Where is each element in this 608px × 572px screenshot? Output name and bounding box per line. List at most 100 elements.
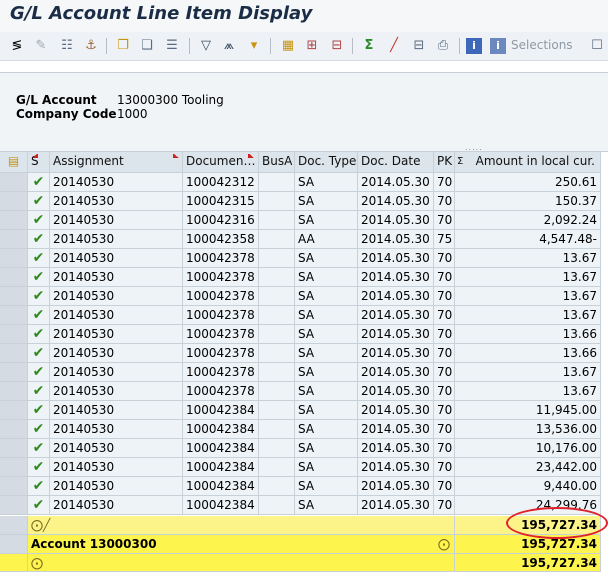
doc-date-cell[interactable]: 2014.05.30 <box>358 192 434 211</box>
doc-type-cell[interactable]: SA <box>295 401 358 420</box>
row-selector[interactable] <box>0 439 28 458</box>
posting-key-cell[interactable]: 75 <box>434 230 455 249</box>
column-header-business-area[interactable]: BusA <box>259 152 295 173</box>
posting-key-cell[interactable]: 70 <box>434 382 455 401</box>
assignment-cell[interactable]: 20140530 <box>50 268 183 287</box>
business-area-cell[interactable] <box>259 477 295 496</box>
business-area-cell[interactable] <box>259 287 295 306</box>
doc-date-cell[interactable]: 2014.05.30 <box>358 401 434 420</box>
layout-menu-icon[interactable]: ▤ <box>0 152 28 173</box>
layout-icon[interactable]: ▦ <box>279 37 297 55</box>
doc-date-cell[interactable]: 2014.05.30 <box>358 458 434 477</box>
document-cell[interactable]: 100042378 <box>183 382 259 401</box>
business-area-cell[interactable] <box>259 325 295 344</box>
business-area-cell[interactable] <box>259 192 295 211</box>
assignment-cell[interactable]: 20140530 <box>50 477 183 496</box>
doc-type-cell[interactable]: SA <box>295 363 358 382</box>
column-header-doc-type[interactable]: Doc. Type <box>295 152 358 173</box>
doc-date-cell[interactable]: 2014.05.30 <box>358 249 434 268</box>
document-cell[interactable]: 100042384 <box>183 477 259 496</box>
print-icon[interactable]: ⎙ <box>434 37 452 55</box>
doc-date-cell[interactable]: 2014.05.30 <box>358 420 434 439</box>
assignment-cell[interactable]: 20140530 <box>50 325 183 344</box>
doc-type-cell[interactable]: SA <box>295 192 358 211</box>
document-cell[interactable]: 100042384 <box>183 420 259 439</box>
posting-key-cell[interactable]: 70 <box>434 249 455 268</box>
assignment-cell[interactable]: 20140530 <box>50 401 183 420</box>
doc-type-cell[interactable]: SA <box>295 439 358 458</box>
sum-icon[interactable]: Σ <box>360 37 378 55</box>
row-selector[interactable] <box>0 535 28 554</box>
document-cell[interactable]: 100042378 <box>183 325 259 344</box>
business-area-cell[interactable] <box>259 211 295 230</box>
business-area-cell[interactable] <box>259 439 295 458</box>
amount-cell[interactable]: 13.67 <box>455 287 601 306</box>
business-area-cell[interactable] <box>259 268 295 287</box>
document-cell[interactable]: 100042384 <box>183 496 259 515</box>
business-area-cell[interactable] <box>259 363 295 382</box>
doc-type-cell[interactable]: SA <box>295 173 358 192</box>
doc-date-cell[interactable]: 2014.05.30 <box>358 211 434 230</box>
row-selector[interactable] <box>0 173 28 192</box>
sort-descending-icon[interactable]: ▾ <box>245 37 263 55</box>
column-header-doc-date[interactable]: Doc. Date <box>358 152 434 173</box>
assignment-cell[interactable]: 20140530 <box>50 192 183 211</box>
row-selector[interactable] <box>0 382 28 401</box>
document-cell[interactable]: 100042316 <box>183 211 259 230</box>
assignment-cell[interactable]: 20140530 <box>50 458 183 477</box>
assignment-cell[interactable]: 20140530 <box>50 173 183 192</box>
doc-type-cell[interactable]: SA <box>295 344 358 363</box>
business-area-cell[interactable] <box>259 401 295 420</box>
amount-cell[interactable]: 13.67 <box>455 249 601 268</box>
row-selector[interactable] <box>0 287 28 306</box>
assignment-cell[interactable]: 20140530 <box>50 344 183 363</box>
business-area-cell[interactable] <box>259 496 295 515</box>
row-selector[interactable] <box>0 363 28 382</box>
posting-key-cell[interactable]: 70 <box>434 211 455 230</box>
doc-date-cell[interactable]: 2014.05.30 <box>358 230 434 249</box>
row-selector[interactable] <box>0 401 28 420</box>
doc-date-cell[interactable]: 2014.05.30 <box>358 363 434 382</box>
row-selector[interactable] <box>0 249 28 268</box>
selections-info-icon[interactable]: i <box>490 38 506 54</box>
selections-button[interactable]: Selections <box>511 38 573 52</box>
doc-date-cell[interactable]: 2014.05.30 <box>358 325 434 344</box>
row-selector[interactable] <box>0 420 28 439</box>
business-area-cell[interactable] <box>259 458 295 477</box>
row-selector[interactable] <box>0 325 28 344</box>
row-selector[interactable] <box>0 211 28 230</box>
business-area-cell[interactable] <box>259 230 295 249</box>
document-cell[interactable]: 100042384 <box>183 439 259 458</box>
posting-key-cell[interactable]: 70 <box>434 287 455 306</box>
doc-date-cell[interactable]: 2014.05.30 <box>358 173 434 192</box>
row-selector[interactable] <box>0 192 28 211</box>
posting-key-cell[interactable]: 70 <box>434 268 455 287</box>
amount-cell[interactable]: 13.66 <box>455 325 601 344</box>
posting-key-cell[interactable]: 70 <box>434 439 455 458</box>
info-icon[interactable]: i <box>466 38 482 54</box>
column-header-assignment[interactable]: Assignment <box>50 152 183 173</box>
assignment-cell[interactable]: 20140530 <box>50 249 183 268</box>
doc-type-cell[interactable]: SA <box>295 249 358 268</box>
document-cell[interactable]: 100042312 <box>183 173 259 192</box>
business-area-cell[interactable] <box>259 420 295 439</box>
row-selector[interactable] <box>0 306 28 325</box>
amount-cell[interactable]: 13.67 <box>455 306 601 325</box>
document-cell[interactable]: 100042378 <box>183 249 259 268</box>
posting-key-cell[interactable]: 70 <box>434 325 455 344</box>
doc-type-cell[interactable]: SA <box>295 211 358 230</box>
row-selector[interactable] <box>0 516 28 535</box>
amount-cell[interactable]: 10,176.00 <box>455 439 601 458</box>
row-selector[interactable] <box>0 230 28 249</box>
doc-type-cell[interactable]: SA <box>295 268 358 287</box>
document-cell[interactable]: 100042378 <box>183 344 259 363</box>
posting-key-cell[interactable]: 70 <box>434 344 455 363</box>
doc-date-cell[interactable]: 2014.05.30 <box>358 382 434 401</box>
business-area-cell[interactable] <box>259 249 295 268</box>
doc-date-cell[interactable]: 2014.05.30 <box>358 287 434 306</box>
doc-type-cell[interactable]: AA <box>295 230 358 249</box>
column-header-amount[interactable]: Σ Amount in local cur. <box>455 152 601 173</box>
assignment-cell[interactable]: 20140530 <box>50 439 183 458</box>
amount-cell[interactable]: 11,945.00 <box>455 401 601 420</box>
amount-cell[interactable]: 2,092.24 <box>455 211 601 230</box>
